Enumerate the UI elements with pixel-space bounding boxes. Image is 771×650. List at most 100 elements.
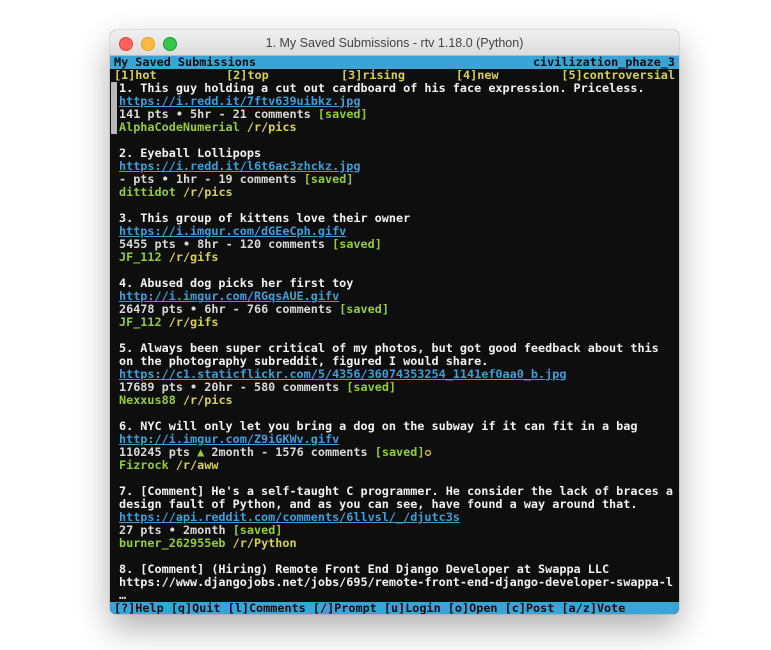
submission-byline: Fizrock /r/aww bbox=[110, 459, 679, 472]
submission-link[interactable]: https://c1.staticflickr.com/5/4356/36074… bbox=[110, 368, 679, 381]
submission-byline: dittidot /r/pics bbox=[110, 186, 679, 199]
tab-top[interactable]: [2]top bbox=[226, 69, 269, 82]
submission-stats: 5455 pts • 8hr - 120 comments [saved] bbox=[110, 238, 679, 251]
author-name: burner_262955eb bbox=[119, 537, 226, 550]
author-name: dittidot bbox=[119, 186, 176, 199]
saved-badge: [saved] bbox=[375, 446, 425, 459]
submission-stats: - pts • 1hr - 19 comments [saved] bbox=[110, 173, 679, 186]
submission-link-text: https://www.djangojobs.net/jobs/695/remo… bbox=[110, 576, 679, 589]
subreddit-name: /r/gifs bbox=[169, 316, 219, 329]
window-title: 1. My Saved Submissions - rtv 1.18.0 (Py… bbox=[266, 36, 524, 50]
upvote-icon: ▲ bbox=[197, 446, 204, 459]
author-name: JF_112 bbox=[119, 251, 162, 264]
saved-badge: [saved] bbox=[318, 108, 368, 121]
tab-controversial[interactable]: [5]controversial bbox=[561, 69, 675, 82]
tab-new[interactable]: [4]new bbox=[456, 69, 499, 82]
saved-badge: [saved] bbox=[339, 303, 389, 316]
stats-points: - pts bbox=[119, 173, 155, 186]
submission-item[interactable]: 1. This guy holding a cut out cardboard … bbox=[110, 82, 679, 134]
stats-info: 2month - 1576 comments bbox=[211, 446, 367, 459]
submission-stats: 110245 pts ▲ 2month - 1576 comments [sav… bbox=[110, 446, 679, 459]
submission-byline: Nexxus88 /r/pics bbox=[110, 394, 679, 407]
tab-hot[interactable]: [1]hot bbox=[114, 69, 157, 82]
selection-cursor bbox=[111, 82, 117, 134]
stats-points: 141 pts bbox=[119, 108, 169, 121]
author-name: JF_112 bbox=[119, 316, 162, 329]
saved-badge: [saved] bbox=[332, 238, 382, 251]
submission-title: 5. Always been super critical of my phot… bbox=[110, 342, 679, 355]
stats-points: 26478 pts bbox=[119, 303, 183, 316]
submission-item[interactable]: 4. Abused dog picks her first toyhttp://… bbox=[110, 277, 679, 329]
author-name: Fizrock bbox=[119, 459, 169, 472]
submission-title: 2. Eyeball Lollipops bbox=[110, 147, 679, 160]
bullet-separator: • bbox=[183, 238, 190, 251]
bullet-separator: • bbox=[190, 381, 197, 394]
submission-title: 6. NYC will only let you bring a dog on … bbox=[110, 420, 679, 433]
bullet-separator: • bbox=[169, 524, 176, 537]
submission-item[interactable]: 7. [Comment] He's a self-taught C progra… bbox=[110, 485, 679, 550]
submission-byline: AlphaCodeNumerial /r/pics bbox=[110, 121, 679, 134]
submission-item[interactable]: 3. This group of kittens love their owne… bbox=[110, 212, 679, 264]
stats-info: 2month bbox=[183, 524, 226, 537]
submission-stats: 17689 pts • 20hr - 580 comments [saved] bbox=[110, 381, 679, 394]
stats-points: 17689 pts bbox=[119, 381, 183, 394]
truncation-ellipsis: … bbox=[110, 589, 679, 602]
submission-link[interactable]: https://i.redd.it/7ftv639uibkz.jpg bbox=[110, 95, 679, 108]
submission-item[interactable]: 2. Eyeball Lollipopshttps://i.redd.it/l6… bbox=[110, 147, 679, 199]
submission-byline: JF_112 /r/gifs bbox=[110, 316, 679, 329]
submission-byline: JF_112 /r/gifs bbox=[110, 251, 679, 264]
subreddit-name: /r/pics bbox=[247, 121, 297, 134]
stats-points: 110245 pts bbox=[119, 446, 190, 459]
close-button[interactable] bbox=[119, 37, 133, 51]
submission-item[interactable]: 5. Always been super critical of my phot… bbox=[110, 342, 679, 407]
minimize-button[interactable] bbox=[141, 37, 155, 51]
author-name: Nexxus88 bbox=[119, 394, 176, 407]
subreddit-name: /r/aww bbox=[176, 459, 219, 472]
submission-link[interactable]: http://i.imgur.com/RGqsAUE.gifv bbox=[110, 290, 679, 303]
stats-info: 20hr - 580 comments bbox=[204, 381, 339, 394]
bullet-separator: • bbox=[162, 173, 169, 186]
submission-link[interactable]: https://api.reddit.com/comments/6llvsl/_… bbox=[110, 511, 679, 524]
submission-list: 1. This guy holding a cut out cardboard … bbox=[110, 82, 679, 602]
submission-item[interactable]: 8. [Comment] (Hiring) Remote Front End D… bbox=[110, 563, 679, 602]
subreddit-name: /r/gifs bbox=[169, 251, 219, 264]
author-name: AlphaCodeNumerial bbox=[119, 121, 240, 134]
stats-info: 1hr - 19 comments bbox=[176, 173, 297, 186]
stats-info: 8hr - 120 comments bbox=[197, 238, 325, 251]
submission-title: 7. [Comment] He's a self-taught C progra… bbox=[110, 485, 679, 498]
submission-link[interactable]: https://i.imgur.com/dGEeCph.gifv bbox=[110, 225, 679, 238]
subreddit-name: /r/Python bbox=[233, 537, 297, 550]
subreddit-name: /r/pics bbox=[183, 394, 233, 407]
tab-rising[interactable]: [3]rising bbox=[341, 69, 405, 82]
subreddit-name: /r/pics bbox=[183, 186, 233, 199]
submission-link[interactable]: https://i.redd.it/l6t6ac3zhckz.jpg bbox=[110, 160, 679, 173]
submission-title: design fault of Python, and as you can s… bbox=[110, 498, 679, 511]
submission-link[interactable]: http://i.imgur.com/Z9iGKWv.gifv bbox=[110, 433, 679, 446]
submission-title: 4. Abused dog picks her first toy bbox=[110, 277, 679, 290]
saved-badge: [saved] bbox=[233, 524, 283, 537]
stats-points: 5455 pts bbox=[119, 238, 176, 251]
bullet-separator: • bbox=[176, 108, 183, 121]
status-bar: [?]Help [q]Quit [l]Comments [/]Prompt [u… bbox=[110, 602, 679, 614]
saved-badge: [saved] bbox=[304, 173, 354, 186]
submission-stats: 26478 pts • 6hr - 766 comments [saved] bbox=[110, 303, 679, 316]
terminal: My Saved Submissions civilization_phaze_… bbox=[110, 56, 679, 614]
submission-stats: 141 pts • 5hr - 21 comments [saved] bbox=[110, 108, 679, 121]
submission-title: 1. This guy holding a cut out cardboard … bbox=[110, 82, 679, 95]
app-window: 1. My Saved Submissions - rtv 1.18.0 (Py… bbox=[110, 30, 679, 614]
submission-title: 3. This group of kittens love their owne… bbox=[110, 212, 679, 225]
bullet-separator: • bbox=[190, 303, 197, 316]
stats-points: 27 pts bbox=[119, 524, 162, 537]
submission-stats: 27 pts • 2month [saved] bbox=[110, 524, 679, 537]
submission-byline: burner_262955eb /r/Python bbox=[110, 537, 679, 550]
window-titlebar[interactable]: 1. My Saved Submissions - rtv 1.18.0 (Py… bbox=[110, 30, 679, 56]
gilded-star-icon: ✪ bbox=[424, 446, 431, 459]
saved-badge: [saved] bbox=[346, 381, 396, 394]
zoom-button[interactable] bbox=[163, 37, 177, 51]
submission-title: on the photography subreddit, figured I … bbox=[110, 355, 679, 368]
submission-title: 8. [Comment] (Hiring) Remote Front End D… bbox=[110, 563, 679, 576]
tab-bar: [1]hot [2]top [3]rising [4]new [5]controvers… bbox=[110, 69, 679, 82]
stats-info: 5hr - 21 comments bbox=[190, 108, 311, 121]
submission-item[interactable]: 6. NYC will only let you bring a dog on … bbox=[110, 420, 679, 472]
stats-info: 6hr - 766 comments bbox=[204, 303, 332, 316]
